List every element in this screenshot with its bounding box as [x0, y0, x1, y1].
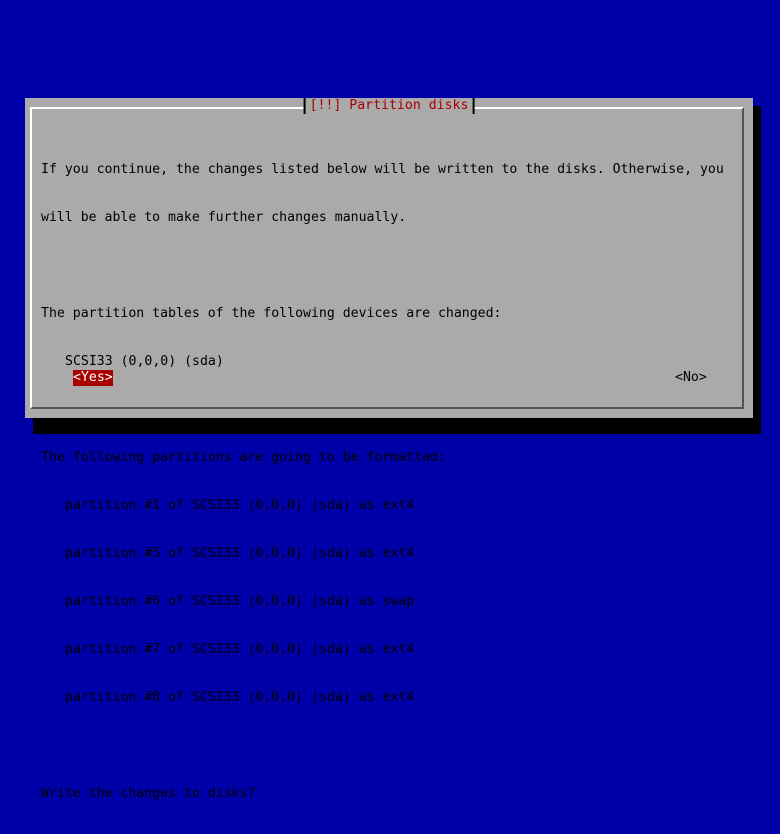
format-heading: The following partitions are going to be…	[41, 450, 446, 465]
partition-item: partition #5 of SCSI33 (0,0,0) (sda) as …	[65, 546, 415, 561]
no-button[interactable]: <No>	[675, 370, 707, 386]
button-row: <Yes> <No>	[25, 370, 753, 386]
partition-disks-dialog: [!!] Partition disks If you continue, th…	[25, 98, 753, 801]
dialog-message: If you continue, the changes listed belo…	[41, 130, 741, 834]
dialog-title: [!!] Partition disks	[303, 98, 475, 114]
partition-item: partition #8 of SCSI33 (0,0,0) (sda) as …	[65, 690, 415, 705]
intro-text-line-2: will be able to make further changes man…	[41, 210, 407, 225]
write-question: Write the changes to disks?	[41, 786, 256, 801]
yes-button[interactable]: <Yes>	[73, 370, 113, 386]
partition-item: partition #1 of SCSI33 (0,0,0) (sda) as …	[65, 498, 415, 513]
intro-text-line-1: If you continue, the changes listed belo…	[41, 162, 724, 177]
tables-heading: The partition tables of the following de…	[41, 306, 502, 321]
partition-item: partition #7 of SCSI33 (0,0,0) (sda) as …	[65, 642, 415, 657]
partition-item: partition #6 of SCSI33 (0,0,0) (sda) as …	[65, 594, 415, 609]
device-item: SCSI33 (0,0,0) (sda)	[65, 354, 224, 369]
